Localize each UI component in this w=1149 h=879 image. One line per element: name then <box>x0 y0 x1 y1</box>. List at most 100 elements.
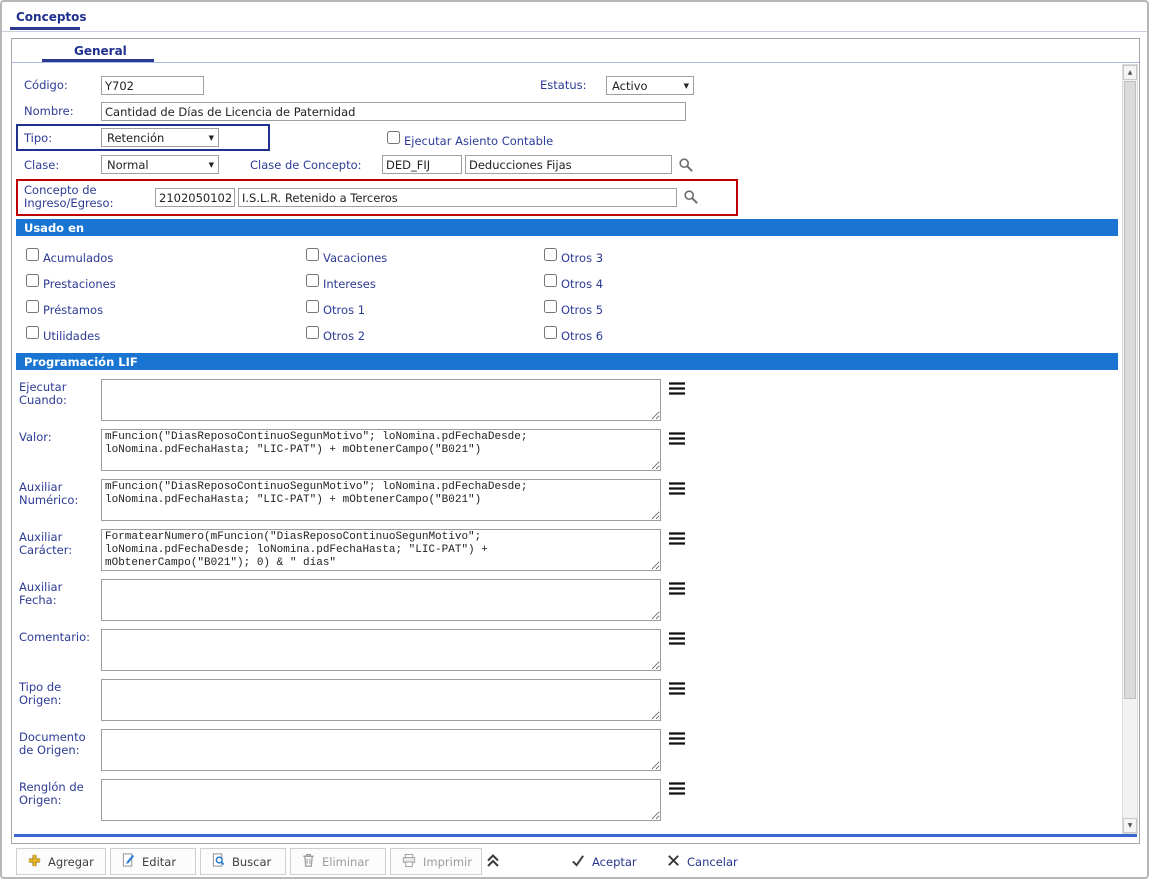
clase-concepto-code-input[interactable] <box>382 155 462 174</box>
editar-button[interactable]: Editar <box>110 848 196 875</box>
checkbox-item-prestaciones: Prestaciones <box>26 274 116 291</box>
estatus-label: Estatus: <box>540 79 586 92</box>
concepto-ie-code-input[interactable] <box>155 188 235 207</box>
checkbox-label: Préstamos <box>43 300 103 317</box>
checkbox-item-intereses: Intereses <box>306 274 376 291</box>
otros2-checkbox[interactable] <box>306 326 319 339</box>
aceptar-button[interactable]: Aceptar <box>560 848 647 875</box>
estatus-select[interactable]: Activo ▼ <box>606 76 694 95</box>
ejecutar-asiento-checkbox[interactable] <box>387 131 400 144</box>
checkbox-label: Intereses <box>323 274 376 291</box>
ejecutar-asiento-checkbox-item: Ejecutar Asiento Contable <box>387 131 553 148</box>
prog-label: Ejecutar Cuando: <box>19 381 103 407</box>
eliminar-button[interactable]: Eliminar <box>290 848 386 875</box>
ejecutar-cuando-textarea[interactable] <box>101 379 661 421</box>
checkbox-item-otros1: Otros 1 <box>306 300 365 317</box>
search-icon[interactable] <box>678 157 694 173</box>
tipo-origen-textarea[interactable] <box>101 679 661 721</box>
checkbox-item-prestamos: Préstamos <box>26 300 103 317</box>
buscar-label: Buscar <box>232 855 271 869</box>
comentario-textarea[interactable] <box>101 629 661 671</box>
add-icon <box>27 853 42 871</box>
ejecutar-asiento-label: Ejecutar Asiento Contable <box>404 131 553 148</box>
formula-menu-icon[interactable] <box>668 681 686 696</box>
double-chevron-up-icon <box>484 852 502 872</box>
prestamos-checkbox[interactable] <box>26 300 39 313</box>
scroll-down-button[interactable]: ▼ <box>1123 818 1137 833</box>
chevron-down-icon: ▼ <box>209 161 214 169</box>
documento-origen-textarea[interactable] <box>101 729 661 771</box>
clase-select-value: Normal <box>107 158 149 172</box>
prog-label: Auxiliar Numérico: <box>19 481 103 507</box>
auxiliar-caracter-textarea[interactable]: FormatearNumero(mFuncion("DiasReposoCont… <box>101 529 661 571</box>
collapse-toolbar-button[interactable] <box>484 848 514 875</box>
formula-menu-icon[interactable] <box>668 381 686 396</box>
checkbox-label: Acumulados <box>43 248 113 265</box>
search-icon[interactable] <box>683 189 699 205</box>
formula-menu-icon[interactable] <box>668 581 686 596</box>
checkbox-item-acumulados: Acumulados <box>26 248 113 265</box>
formula-menu-icon[interactable] <box>668 431 686 446</box>
otros4-checkbox[interactable] <box>544 274 557 287</box>
scrollbar-thumb[interactable] <box>1124 81 1136 699</box>
clase-label: Clase: <box>24 159 59 172</box>
buscar-button[interactable]: Buscar <box>200 848 286 875</box>
checkbox-item-vacaciones: Vacaciones <box>306 248 387 265</box>
auxiliar-numerico-textarea[interactable]: mFuncion("DiasReposoContinuoSegunMotivo"… <box>101 479 661 521</box>
vertical-scrollbar[interactable]: ▲ ▼ <box>1122 64 1138 834</box>
imprimir-button[interactable]: Imprimir <box>390 848 482 875</box>
prog-row-auxiliar-fecha: Auxiliar Fecha: <box>12 579 712 627</box>
tabstrip-divider <box>2 31 1147 32</box>
tipo-select-value: Retención <box>107 131 164 145</box>
auxiliar-fecha-textarea[interactable] <box>101 579 661 621</box>
formula-menu-icon[interactable] <box>668 781 686 796</box>
valor-textarea[interactable]: mFuncion("DiasReposoContinuoSegunMotivo"… <box>101 429 661 471</box>
scroll-up-button[interactable]: ▲ <box>1123 65 1137 80</box>
check-icon <box>570 853 586 871</box>
close-icon <box>666 853 681 871</box>
tipo-label: Tipo: <box>24 132 52 145</box>
formula-menu-icon[interactable] <box>668 731 686 746</box>
checkbox-label: Otros 6 <box>561 326 603 343</box>
renglon-origen-textarea[interactable] <box>101 779 661 821</box>
otros1-checkbox[interactable] <box>306 300 319 313</box>
formula-menu-icon[interactable] <box>668 631 686 646</box>
cancelar-button[interactable]: Cancelar <box>656 848 748 875</box>
clase-concepto-label: Clase de Concepto: <box>250 159 362 172</box>
tab-general[interactable]: General <box>74 44 127 58</box>
checkbox-label: Otros 5 <box>561 300 603 317</box>
otros5-checkbox[interactable] <box>544 300 557 313</box>
tipo-select[interactable]: Retención ▼ <box>101 128 219 147</box>
checkbox-label: Vacaciones <box>323 248 387 265</box>
app-window: Conceptos General Código: Estatus: Activ… <box>0 0 1149 879</box>
clase-select[interactable]: Normal ▼ <box>101 155 219 174</box>
otros6-checkbox[interactable] <box>544 326 557 339</box>
prog-row-documento-origen: Documento de Origen: <box>12 729 712 777</box>
checkbox-label: Otros 4 <box>561 274 603 291</box>
prog-label: Documento de Origen: <box>19 731 103 757</box>
intereses-checkbox[interactable] <box>306 274 319 287</box>
chevron-down-icon: ▼ <box>209 134 214 142</box>
vacaciones-checkbox[interactable] <box>306 248 319 261</box>
search-icon <box>211 852 226 871</box>
agregar-button[interactable]: Agregar <box>16 848 106 875</box>
checkbox-item-otros6: Otros 6 <box>544 326 603 343</box>
formula-menu-icon[interactable] <box>668 481 686 496</box>
prestaciones-checkbox[interactable] <box>26 274 39 287</box>
otros3-checkbox[interactable] <box>544 248 557 261</box>
nombre-input[interactable] <box>101 102 686 121</box>
concepto-ie-desc-input[interactable] <box>238 188 677 207</box>
programacion-lif-header: Programación LIF <box>16 353 1118 370</box>
formula-menu-icon[interactable] <box>668 531 686 546</box>
eliminar-label: Eliminar <box>322 855 369 869</box>
utilidades-checkbox[interactable] <box>26 326 39 339</box>
prog-label: Tipo de Origen: <box>19 681 103 707</box>
tab-conceptos[interactable]: Conceptos <box>16 10 87 24</box>
imprimir-label: Imprimir <box>423 855 472 869</box>
codigo-input[interactable] <box>101 76 204 95</box>
prog-row-comentario: Comentario: <box>12 629 712 677</box>
checkbox-label: Utilidades <box>43 326 100 343</box>
prog-row-renglon-origen: Renglón de Origen: <box>12 779 712 827</box>
acumulados-checkbox[interactable] <box>26 248 39 261</box>
clase-concepto-desc-input[interactable] <box>465 155 672 174</box>
